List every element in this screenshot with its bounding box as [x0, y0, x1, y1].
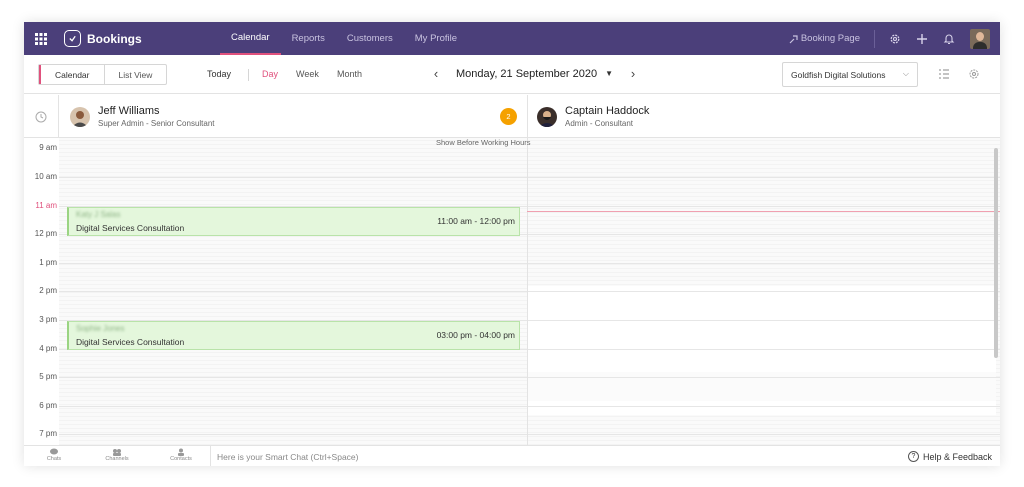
channels-button[interactable]: Channels: [97, 448, 137, 462]
hour-gridline: [59, 291, 1000, 292]
staff-captain-haddock[interactable]: Captain Haddock Admin - Consultant: [537, 95, 649, 138]
list-filter-icon[interactable]: [938, 68, 950, 80]
previous-day-icon[interactable]: ‹: [428, 66, 444, 81]
chats-label: Chats: [46, 456, 62, 462]
bottom-divider: [210, 446, 211, 466]
hour-gridline: [59, 406, 1000, 407]
help-icon: ?: [907, 451, 919, 462]
time-label: 10 am: [34, 172, 57, 181]
staff-column-divider: [527, 95, 528, 138]
appointment-customer: Sophie Jones: [76, 324, 125, 333]
time-label: 4 pm: [39, 344, 57, 353]
apps-grid-icon[interactable]: [24, 22, 58, 55]
booking-page-link[interactable]: Booking Page: [789, 29, 875, 48]
hour-gridline: [59, 434, 1000, 435]
top-right-actions: Booking Page: [789, 22, 1000, 55]
staff-avatar: [70, 106, 90, 127]
bookings-logo[interactable]: Bookings: [64, 30, 204, 47]
nav-customers[interactable]: Customers: [336, 22, 404, 55]
week-view-tab[interactable]: Week: [296, 69, 319, 79]
app-name: Bookings: [87, 31, 142, 46]
channels-icon: [113, 449, 121, 456]
contacts-icon: [178, 448, 184, 456]
appointment-service: Digital Services Consultation: [76, 337, 185, 347]
help-label: Help & Feedback: [922, 451, 992, 462]
settings-gear-icon[interactable]: [881, 22, 908, 55]
booking-page-label: Booking Page: [800, 33, 860, 44]
calendar-grid: 9 am 10 am 11 am 12 pm 1 pm 2 pm 3 pm 4 …: [24, 138, 1000, 445]
bookings-logo-icon: [64, 30, 81, 47]
time-label: 5 pm: [39, 372, 57, 381]
staff-header-row: Jeff Williams Super Admin - Senior Consu…: [24, 95, 1000, 138]
staff-role: Admin - Consultant: [565, 119, 634, 128]
calendar-settings-icon[interactable]: [968, 68, 980, 80]
hour-gridline: [59, 377, 1000, 378]
staff-column-divider: [527, 138, 528, 445]
calendar-view-button[interactable]: Calendar: [39, 65, 105, 84]
time-label: 6 pm: [39, 401, 57, 410]
staff-role: Super Admin - Senior Consultant: [98, 119, 215, 128]
contacts-button[interactable]: Contacts: [161, 448, 201, 462]
appointment-customer: Katy J Salas: [76, 210, 121, 219]
staff-name: Captain Haddock: [565, 105, 650, 117]
contacts-label: Contacts: [170, 456, 192, 462]
month-view-tab[interactable]: Month: [337, 69, 362, 79]
nav-reports[interactable]: Reports: [281, 22, 336, 55]
time-label: 12 pm: [34, 229, 57, 238]
chats-button[interactable]: Chats: [34, 448, 74, 462]
time-label: 3 pm: [39, 315, 57, 324]
show-before-working-hours[interactable]: Show Before Working Hours: [436, 138, 531, 147]
time-label: 2 pm: [39, 286, 57, 295]
calendar-toolbar: Calendar List View Today Day Week Month …: [24, 55, 1000, 94]
organization-select[interactable]: Goldfish Digital Solutions ⌵: [782, 62, 918, 87]
view-toggle: Calendar List View: [38, 64, 168, 85]
toolbar-divider: [248, 69, 249, 81]
appointment-card[interactable]: Katy J Salas Digital Services Consultati…: [67, 207, 520, 236]
user-avatar[interactable]: [970, 28, 990, 49]
date-navigator: ‹ Monday, 21 September 2020 ▼ ›: [428, 66, 641, 81]
bottom-chat-bar: Chats Channels Contacts Here is your Sma…: [24, 445, 1000, 466]
today-button[interactable]: Today: [207, 69, 231, 79]
staff-avatar: [537, 106, 557, 127]
help-feedback-button[interactable]: ? Help & Feedback: [907, 451, 992, 462]
list-view-button[interactable]: List View: [105, 65, 167, 84]
clock-icon: [24, 95, 59, 138]
current-time-indicator: [527, 211, 1000, 212]
date-dropdown-icon[interactable]: ▼: [605, 69, 613, 78]
chevron-down-icon: ⌵: [902, 69, 909, 78]
smart-chat-input[interactable]: Here is your Smart Chat (Ctrl+Space): [217, 452, 358, 462]
time-column: 9 am 10 am 11 am 12 pm 1 pm 2 pm 3 pm 4 …: [24, 138, 59, 445]
appointment-service: Digital Services Consultation: [76, 223, 185, 233]
current-date[interactable]: Monday, 21 September 2020: [456, 68, 597, 80]
time-label-current: 11 am: [35, 201, 57, 210]
appointment-card[interactable]: Sophie Jones Digital Services Consultati…: [67, 321, 520, 350]
add-plus-icon[interactable]: [908, 22, 935, 55]
app-window: Bookings Calendar Reports Customers My P…: [24, 22, 1000, 466]
staff-jeff-williams[interactable]: Jeff Williams Super Admin - Senior Consu…: [70, 95, 215, 138]
available-slot-block[interactable]: [528, 401, 996, 415]
chat-bubble-icon: [50, 448, 58, 455]
appointment-time: 11:00 am - 12:00 pm: [437, 216, 515, 226]
time-label: 7 pm: [39, 429, 57, 438]
hour-gridline: [59, 177, 1000, 178]
next-day-icon[interactable]: ›: [625, 66, 641, 81]
main-nav: Calendar Reports Customers My Profile: [220, 22, 468, 55]
nav-calendar[interactable]: Calendar: [220, 22, 281, 55]
vertical-scrollbar[interactable]: [994, 148, 998, 358]
time-label: 1 pm: [39, 258, 57, 267]
organization-name: Goldfish Digital Solutions: [791, 69, 886, 80]
channels-label: Channels: [105, 456, 129, 462]
appointment-time: 03:00 pm - 04:00 pm: [436, 330, 515, 340]
appointment-count-badge: 2: [500, 108, 517, 125]
day-view-tab[interactable]: Day: [262, 69, 278, 79]
time-label: 9 am: [39, 143, 57, 152]
booking-page-icon: [789, 34, 798, 43]
notification-bell-icon[interactable]: [935, 22, 962, 55]
nav-my-profile[interactable]: My Profile: [404, 22, 468, 55]
top-nav-bar: Bookings Calendar Reports Customers My P…: [24, 22, 1000, 55]
staff-name: Jeff Williams: [98, 105, 160, 117]
hour-gridline: [59, 263, 1000, 264]
available-slot-block[interactable]: [528, 286, 996, 372]
